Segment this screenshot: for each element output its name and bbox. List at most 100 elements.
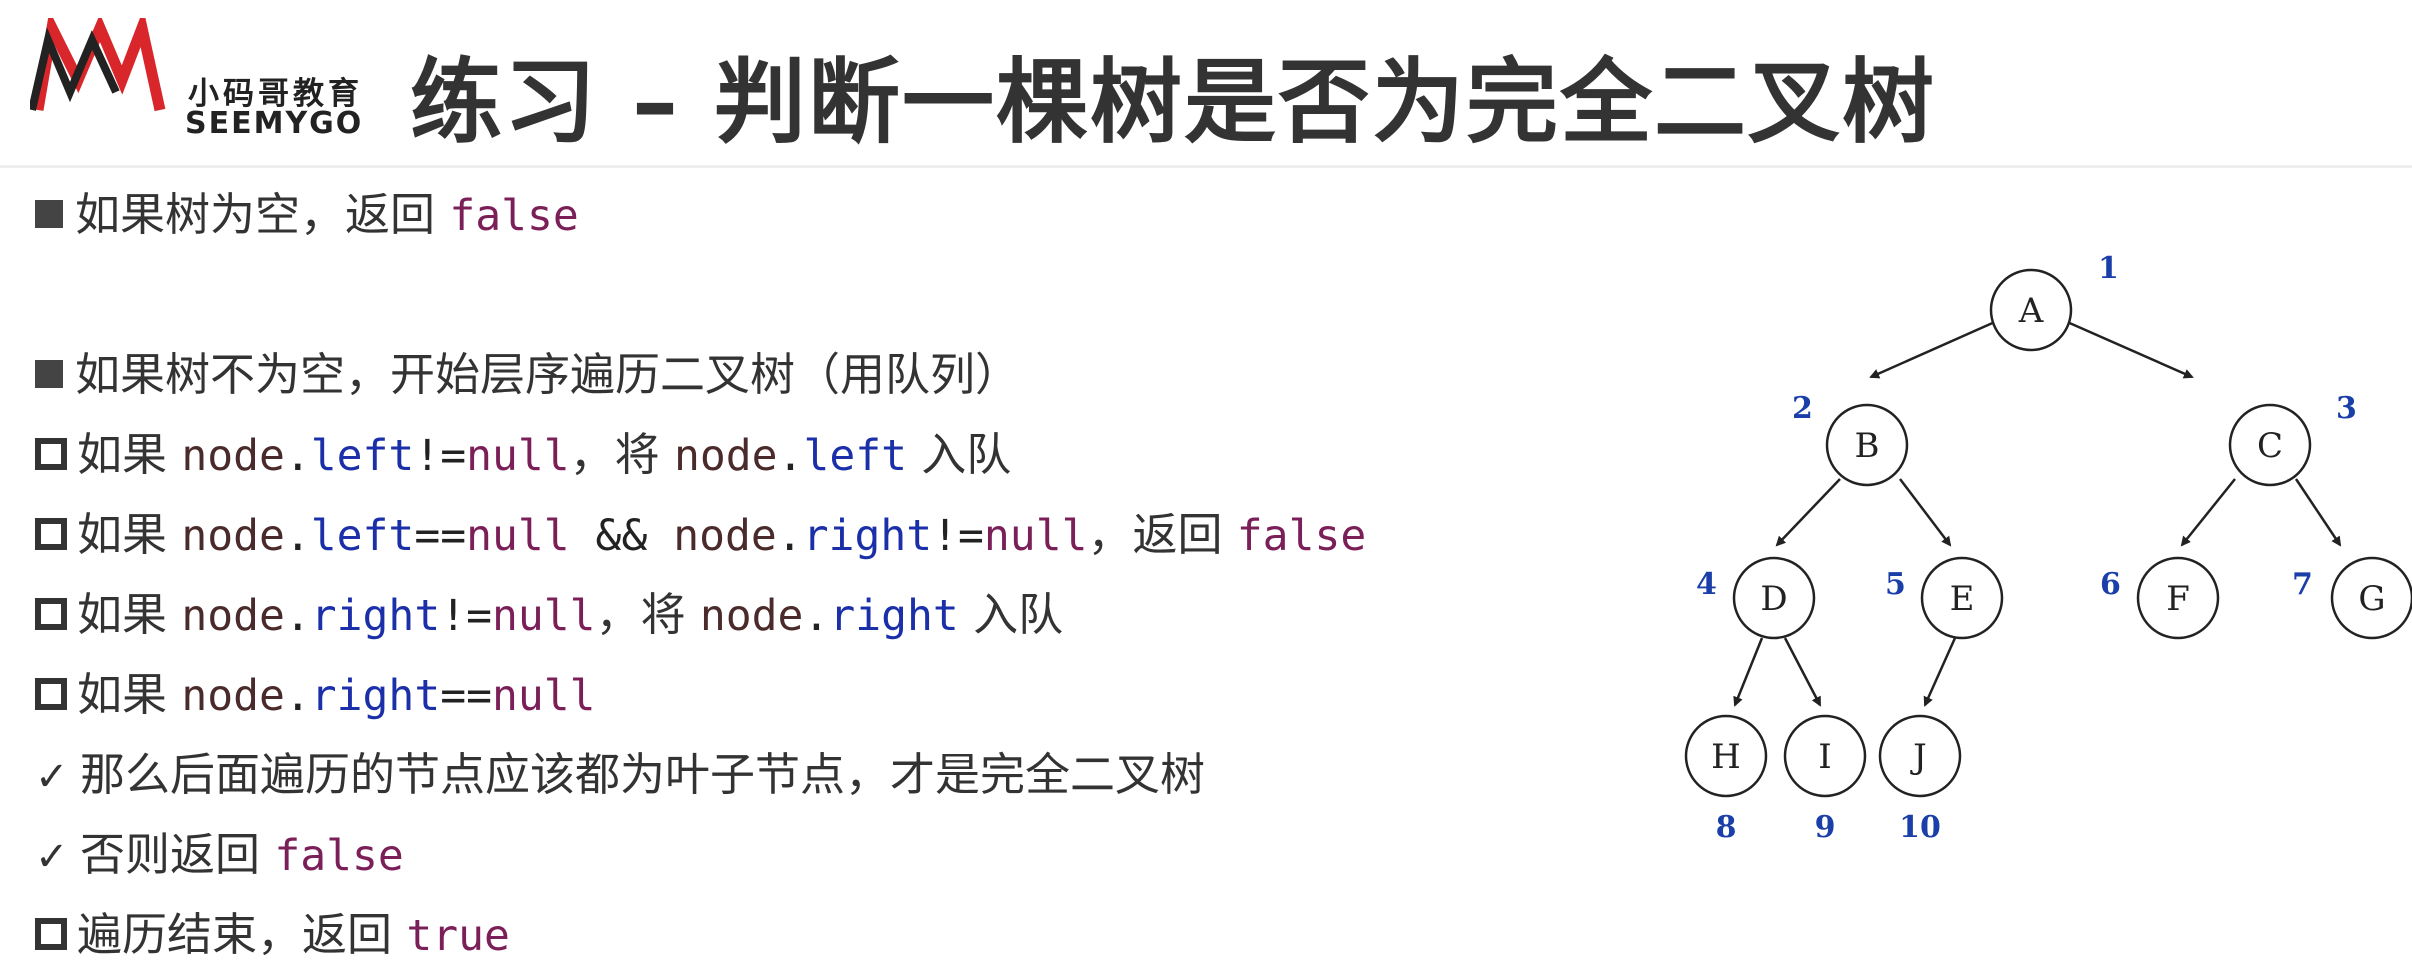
- code-false: false: [1236, 511, 1367, 561]
- node-index: 7: [2292, 567, 2313, 602]
- bullet-non-empty-tree: 如果树不为空，开始层序遍历二叉树（用队列）: [35, 345, 1020, 405]
- bullet-text: 如果: [77, 428, 182, 481]
- node-label: C: [2257, 426, 2283, 466]
- bullet-text: 如果: [77, 508, 182, 561]
- edge-c-g: [2294, 478, 2342, 547]
- code-dot: .: [284, 671, 311, 721]
- tree-nodes: A1 B2 C3 D4 E5 F6 G7 H8 I9 J10: [1684, 251, 2412, 845]
- logo-english-text: SEEMYGO: [185, 106, 364, 141]
- code-right: right: [310, 591, 441, 641]
- edge-b-e: [1899, 478, 1952, 547]
- code-dot: .: [284, 431, 311, 481]
- node-index: 8: [1716, 810, 1737, 845]
- node-label: I: [1818, 737, 1831, 777]
- code-dot: .: [776, 511, 803, 561]
- code-node: node: [699, 591, 804, 641]
- code-eq: ==: [414, 511, 467, 561]
- node-label: H: [1711, 737, 1741, 777]
- node-index: 10: [1899, 810, 1941, 845]
- edge-a-c: [2064, 319, 2194, 379]
- bullet-text: 入队: [958, 588, 1064, 641]
- tree-edges: [1733, 319, 2342, 707]
- hollow-square-bullet-icon: [35, 598, 67, 630]
- code-null: null: [466, 511, 570, 561]
- node-label: G: [2358, 579, 2385, 619]
- bullet-text: ，将: [595, 588, 700, 641]
- bullet-text: 否则返回: [80, 828, 275, 881]
- code-dot: .: [284, 511, 311, 561]
- bullet-text: ，返回: [1087, 508, 1237, 561]
- code-neq: !=: [414, 431, 467, 481]
- code-false: false: [449, 191, 579, 241]
- code-null: null: [983, 511, 1088, 561]
- edge-c-f: [2180, 478, 2236, 547]
- checkmark-icon: ✓: [35, 754, 69, 800]
- bullet-text: 如果: [77, 588, 182, 641]
- hollow-square-bullet-icon: [35, 678, 67, 710]
- code-left: left: [803, 431, 907, 481]
- node-label: A: [2018, 291, 2044, 331]
- bullet-left-null-right-not-null: 如果 node.left==null && node.right!=null，返…: [35, 505, 1366, 566]
- bullet-left-not-null: 如果 node.left!=null，将 node.left 入队: [35, 425, 1011, 486]
- code-dot: .: [777, 431, 804, 481]
- node-label: J: [1910, 737, 1927, 777]
- node-index: 3: [2336, 391, 2357, 426]
- code-node: node: [673, 431, 778, 481]
- node-index: 6: [2100, 567, 2121, 602]
- code-node: node: [673, 511, 777, 561]
- code-neq: !=: [932, 511, 984, 561]
- code-true: true: [406, 911, 510, 961]
- slide-header: 小码哥教育 SEEMYGO 练习 – 判断一棵树是否为完全二叉树: [0, 0, 2412, 168]
- code-neq: !=: [440, 591, 492, 641]
- bullet-text: 如果树不为空，开始层序遍历二叉树（用队列）: [75, 348, 1021, 401]
- code-false: false: [274, 831, 404, 881]
- complete-binary-tree-diagram: A1 B2 C3 D4 E5 F6 G7 H8 I9 J10: [1684, 251, 2412, 845]
- code-right: right: [310, 671, 441, 721]
- bullet-text: 遍历结束，返回: [77, 908, 407, 961]
- node-index: 9: [1815, 810, 1836, 845]
- bullet-right-null: 如果 node.right==null: [35, 665, 596, 726]
- node-index: 1: [2098, 251, 2119, 286]
- hollow-square-bullet-icon: [35, 438, 67, 470]
- node-label: D: [1760, 579, 1787, 619]
- code-eq: ==: [440, 671, 492, 721]
- code-node: node: [181, 591, 285, 641]
- node-label: F: [2166, 579, 2190, 619]
- edge-a-b: [1869, 319, 1998, 379]
- code-node: node: [181, 511, 285, 561]
- checkmark-icon: ✓: [35, 834, 69, 880]
- code-null: null: [466, 431, 570, 481]
- bullet-end-true: 遍历结束，返回 true: [35, 905, 510, 966]
- logo-mark-icon: [30, 18, 166, 112]
- bullet-text: 入队: [907, 428, 1012, 481]
- code-left: left: [310, 431, 415, 481]
- brand-logo: 小码哥教育 SEEMYGO: [30, 18, 370, 141]
- bullet-empty-tree: 如果树为空，返回 false: [35, 185, 579, 246]
- node-label: B: [1855, 426, 1880, 466]
- tree-node-g: G7: [2292, 556, 2412, 640]
- code-and: &&: [569, 511, 674, 561]
- tree-node-d: D4: [1696, 556, 1816, 640]
- code-null: null: [492, 671, 596, 721]
- hollow-square-bullet-icon: [35, 918, 67, 950]
- tree-node-e: E5: [1885, 556, 2004, 640]
- bullet-text: 如果树为空，返回: [75, 188, 450, 241]
- code-node: node: [181, 671, 285, 721]
- code-dot: .: [803, 591, 830, 641]
- bullet-else-false: ✓ 否则返回 false: [35, 825, 404, 887]
- code-dot: .: [284, 591, 311, 641]
- edge-d-h: [1733, 637, 1764, 707]
- node-label: E: [1950, 579, 1975, 619]
- bullet-text: 如果: [77, 668, 182, 721]
- bullet-leaf-requirement: ✓ 那么后面遍历的节点应该都为叶子节点，才是完全二叉树: [35, 745, 1205, 807]
- bullet-text: 那么后面遍历的节点应该都为叶子节点，才是完全二叉树: [80, 748, 1206, 801]
- code-left: left: [310, 511, 415, 561]
- code-null: null: [492, 591, 596, 641]
- tree-node-c: C3: [2228, 391, 2357, 487]
- code-right: right: [829, 591, 959, 641]
- tree-node-h: H8: [1684, 714, 1768, 845]
- code-node: node: [181, 431, 285, 481]
- node-index: 4: [1696, 567, 1717, 602]
- tree-node-j: J 10: [1878, 714, 1962, 845]
- tree-node-b: B2: [1792, 391, 1909, 487]
